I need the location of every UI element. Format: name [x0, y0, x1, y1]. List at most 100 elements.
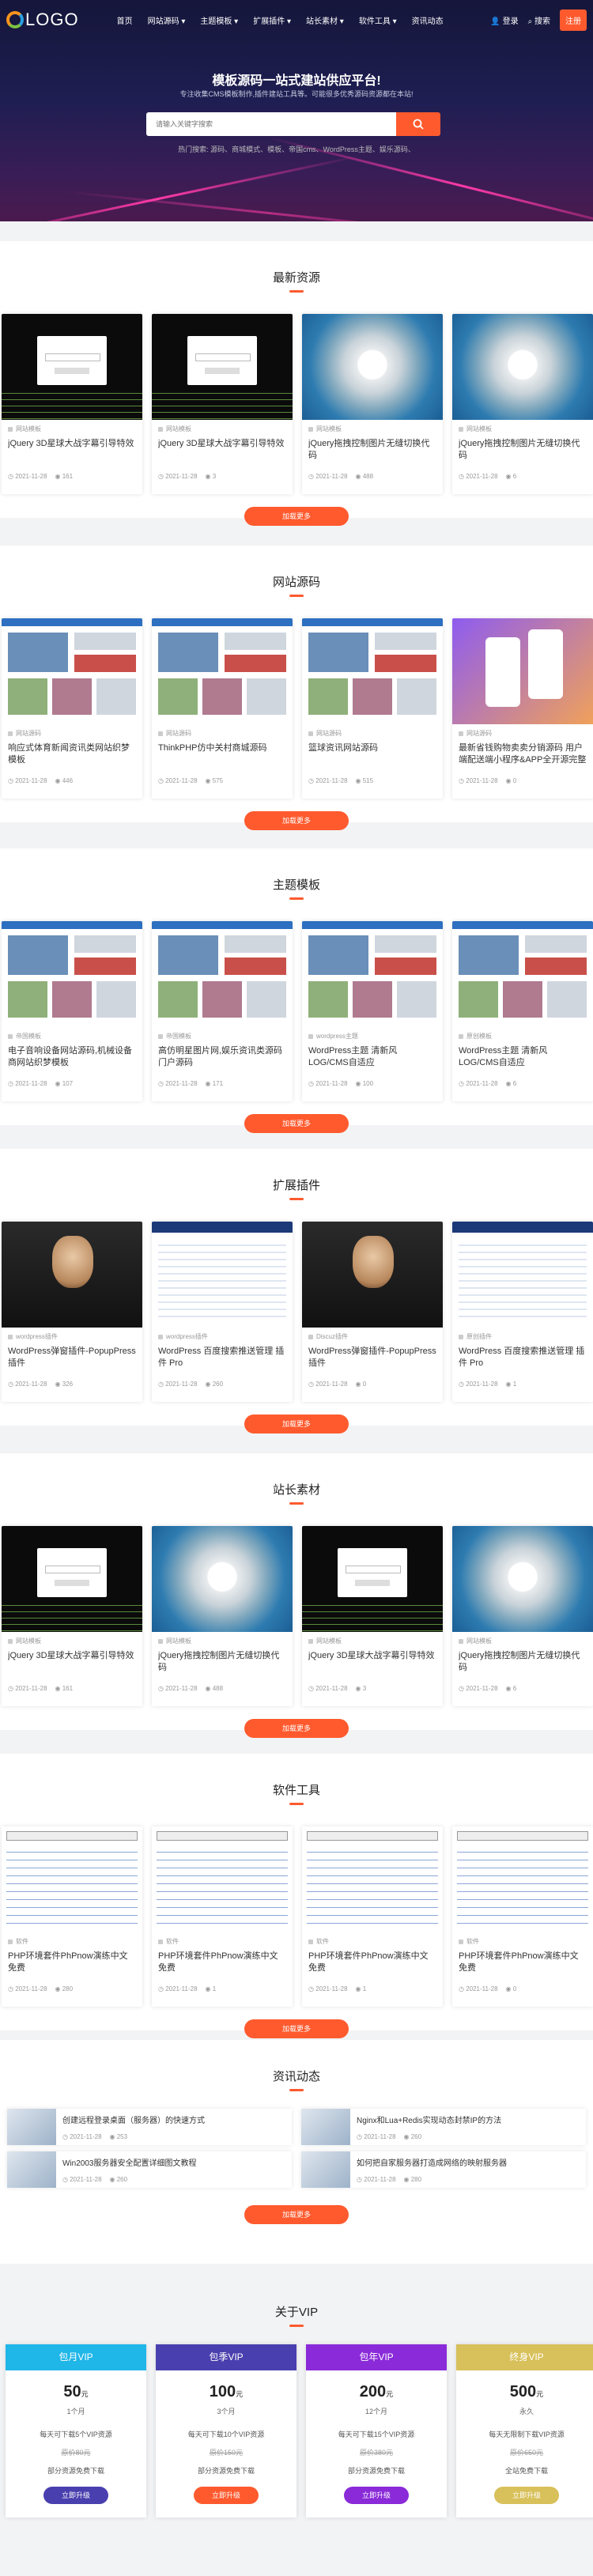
nav-home[interactable]: 首页	[117, 14, 133, 26]
resource-card[interactable]: 帝国模板 电子音响设备网站源码,机械设备商网站织梦模板 ◷ 2021-11-28 ◉ …	[2, 921, 142, 1101]
card-category[interactable]: 软件	[459, 1937, 587, 1946]
load-more-button[interactable]: 加载更多	[244, 2019, 349, 2038]
resource-card[interactable]: wordpress插件 WordPress 百度搜索推送管理 插件 Pro ◷ 20…	[152, 1222, 293, 1402]
nav-themes[interactable]: 主题模板 ▾	[200, 14, 238, 26]
card-category[interactable]: 网站模板	[8, 1637, 136, 1645]
card-title[interactable]: jQuery 3D星球大战字幕引导特效	[8, 438, 136, 462]
card-category[interactable]: wordpress插件	[158, 1332, 286, 1341]
load-more-button[interactable]: 加载更多	[244, 507, 349, 526]
resource-card[interactable]: 软件 PHP环境套件PhPnow演练中文免费 ◷ 2021-11-28 ◉ 280	[2, 1826, 142, 2007]
resource-card[interactable]: wordpress插件 WordPress弹窗插件-PopupPress插件 ◷ 2…	[2, 1222, 142, 1402]
card-title[interactable]: PHP环境套件PhPnow演练中文免费	[8, 1951, 136, 1974]
resource-card[interactable]: 网站源码 ThinkPHP仿中关村商城源码 ◷ 2021-11-28 ◉ 575	[152, 618, 293, 799]
resource-card[interactable]: 原创插件 WordPress 百度搜索推送管理 插件 Pro ◷ 2021-11-2…	[452, 1222, 593, 1402]
card-title[interactable]: WordPress 百度搜索推送管理 插件 Pro	[459, 1346, 587, 1369]
nav-news[interactable]: 资讯动态	[412, 14, 444, 26]
resource-card[interactable]: 软件 PHP环境套件PhPnow演练中文免费 ◷ 2021-11-28 ◉ 0	[452, 1826, 593, 2007]
search-button[interactable]	[396, 112, 440, 136]
card-category[interactable]: 网站源码	[8, 729, 136, 738]
card-category[interactable]: 网站模板	[158, 425, 286, 433]
card-title[interactable]: jQuery 3D星球大战字幕引导特效	[8, 1650, 136, 1674]
card-category[interactable]: Discuz插件	[308, 1332, 436, 1341]
resource-card[interactable]: 帝国模板 高仿明星图片网,娱乐资讯类源码门户源码 ◷ 2021-11-28 ◉ 171	[152, 921, 293, 1101]
card-title[interactable]: PHP环境套件PhPnow演练中文免费	[158, 1951, 286, 1974]
resource-card[interactable]: 网站模板 jQuery 3D星球大战字幕引导特效 ◷ 2021-11-28 ◉ 161	[2, 314, 142, 494]
card-category[interactable]: 网站模板	[459, 1637, 587, 1645]
card-category[interactable]: 软件	[158, 1937, 286, 1946]
load-more-button[interactable]: 加载更多	[244, 1415, 349, 1433]
nav-source[interactable]: 网站源码 ▾	[148, 14, 186, 26]
nav-plugins[interactable]: 扩展插件 ▾	[253, 14, 291, 26]
nav-assets[interactable]: 站长素材 ▾	[306, 14, 344, 26]
card-title[interactable]: jQuery拖拽控制图片无缝切换代码	[308, 438, 436, 462]
upgrade-button[interactable]: 立即升级	[43, 2487, 108, 2504]
resource-card[interactable]: 网站源码最新省钱购物卖卖分销源码 用户端配送端小程序&APP全开源完整版 ◷ 20…	[452, 618, 593, 799]
resource-card[interactable]: 网站模板 jQuery 3D星球大战字幕引导特效 ◷ 2021-11-28 ◉ 161	[2, 1526, 142, 1706]
card-title[interactable]: 响应式体育新闻资讯类网站织梦模板	[8, 742, 136, 766]
resource-card[interactable]: 网站模板 jQuery 3D星球大战字幕引导特效 ◷ 2021-11-28 ◉ 3	[302, 1526, 443, 1706]
card-title[interactable]: WordPress主题 清新风LOG/CMS自适应	[308, 1045, 436, 1069]
card-category[interactable]: 网站模板	[308, 1637, 436, 1645]
card-category[interactable]: 网站模板	[158, 1637, 286, 1645]
news-item[interactable]: Nginx和Lua+Redis实现动态封禁IP的方法 ◷ 2021-11-28 ◉ …	[301, 2109, 586, 2145]
card-category[interactable]: wordpress主题	[308, 1032, 436, 1041]
card-title[interactable]: 电子音响设备网站源码,机械设备商网站织梦模板	[8, 1045, 136, 1069]
news-item[interactable]: Win2003服务器安全配置详细图文教程 ◷ 2021-11-28 ◉ 260	[7, 2151, 292, 2188]
card-category[interactable]: 网站源码	[158, 729, 286, 738]
card-title[interactable]: ThinkPHP仿中关村商城源码	[158, 742, 286, 766]
card-category[interactable]: wordpress插件	[8, 1332, 136, 1341]
card-title[interactable]: jQuery拖拽控制图片无缝切换代码	[459, 438, 587, 462]
search-link[interactable]: ⌕ 搜索	[528, 14, 550, 26]
load-more-button[interactable]: 加载更多	[244, 2205, 349, 2224]
card-title[interactable]: jQuery 3D星球大战字幕引导特效	[158, 438, 286, 462]
logo[interactable]: LOGO	[6, 9, 79, 30]
resource-card[interactable]: 网站模板 jQuery拖拽控制图片无缝切换代码 ◷ 2021-11-28 ◉ 6	[452, 1526, 593, 1706]
card-category[interactable]: 网站源码	[459, 729, 587, 738]
register-button[interactable]: 注册	[560, 9, 587, 31]
signin-link[interactable]: 👤 登录	[490, 14, 518, 26]
card-title[interactable]: 最新省钱购物卖卖分销源码 用户端配送端小程序&APP全开源完整版	[459, 742, 587, 766]
card-title[interactable]: jQuery 3D星球大战字幕引导特效	[308, 1650, 436, 1674]
card-category[interactable]: 网站模板	[308, 425, 436, 433]
card-title[interactable]: WordPress主题 清新风LOG/CMS自适应	[459, 1045, 587, 1069]
load-more-button[interactable]: 加载更多	[244, 811, 349, 830]
news-item[interactable]: 创建远程登录桌面（服务器）的快速方式 ◷ 2021-11-28 ◉ 253	[7, 2109, 292, 2145]
resource-card[interactable]: 网站模板 jQuery拖拽控制图片无缝切换代码 ◷ 2021-11-28 ◉ 488	[152, 1526, 293, 1706]
resource-card[interactable]: 网站模板 jQuery 3D星球大战字幕引导特效 ◷ 2021-11-28 ◉ 3	[152, 314, 293, 494]
upgrade-button[interactable]: 立即升级	[344, 2487, 409, 2504]
resource-card[interactable]: 软件 PHP环境套件PhPnow演练中文免费 ◷ 2021-11-28 ◉ 1	[152, 1826, 293, 2007]
resource-card[interactable]: 网站模板 jQuery拖拽控制图片无缝切换代码 ◷ 2021-11-28 ◉ 488	[302, 314, 443, 494]
resource-card[interactable]: 软件 PHP环境套件PhPnow演练中文免费 ◷ 2021-11-28 ◉ 1	[302, 1826, 443, 2007]
card-title[interactable]: PHP环境套件PhPnow演练中文免费	[459, 1951, 587, 1974]
card-title[interactable]: 高仿明星图片网,娱乐资讯类源码门户源码	[158, 1045, 286, 1069]
search-input[interactable]	[146, 112, 396, 136]
card-category[interactable]: 网站模板	[459, 425, 587, 433]
news-item[interactable]: 如何把自家服务器打造成网络的映射服务器 ◷ 2021-11-28 ◉ 280	[301, 2151, 586, 2188]
card-title[interactable]: WordPress弹窗插件-PopupPress插件	[8, 1346, 136, 1369]
load-more-button[interactable]: 加载更多	[244, 1719, 349, 1738]
nav-tools[interactable]: 软件工具 ▾	[359, 14, 397, 26]
resource-card[interactable]: wordpress主题 WordPress主题 清新风LOG/CMS自适应 ◷ 20…	[302, 921, 443, 1101]
resource-card[interactable]: 网站源码 篮球资讯网站源码 ◷ 2021-11-28 ◉ 515	[302, 618, 443, 799]
resource-card[interactable]: 原创模板 WordPress主题 清新风LOG/CMS自适应 ◷ 2021-11-2…	[452, 921, 593, 1101]
upgrade-button[interactable]: 立即升级	[494, 2487, 559, 2504]
card-category[interactable]: 帝国模板	[158, 1032, 286, 1041]
card-category[interactable]: 网站模板	[8, 425, 136, 433]
load-more-button[interactable]: 加载更多	[244, 1114, 349, 1133]
card-title[interactable]: PHP环境套件PhPnow演练中文免费	[308, 1951, 436, 1974]
resource-card[interactable]: 网站模板 jQuery拖拽控制图片无缝切换代码 ◷ 2021-11-28 ◉ 6	[452, 314, 593, 494]
card-category[interactable]: 软件	[8, 1937, 136, 1946]
resource-card[interactable]: 网站源码 响应式体育新闻资讯类网站织梦模板 ◷ 2021-11-28 ◉ 446	[2, 618, 142, 799]
card-category[interactable]: 原创模板	[459, 1032, 587, 1041]
card-category[interactable]: 网站源码	[308, 729, 436, 738]
resource-card[interactable]: Discuz插件 WordPress弹窗插件-PopupPress插件 ◷ 2021…	[302, 1222, 443, 1402]
card-title[interactable]: WordPress弹窗插件-PopupPress插件	[308, 1346, 436, 1369]
card-category[interactable]: 帝国模板	[8, 1032, 136, 1041]
card-title[interactable]: WordPress 百度搜索推送管理 插件 Pro	[158, 1346, 286, 1369]
card-category[interactable]: 原创插件	[459, 1332, 587, 1341]
upgrade-button[interactable]: 立即升级	[194, 2487, 259, 2504]
card-title[interactable]: 篮球资讯网站源码	[308, 742, 436, 766]
card-title[interactable]: jQuery拖拽控制图片无缝切换代码	[459, 1650, 587, 1674]
card-title[interactable]: jQuery拖拽控制图片无缝切换代码	[158, 1650, 286, 1674]
card-category[interactable]: 软件	[308, 1937, 436, 1946]
